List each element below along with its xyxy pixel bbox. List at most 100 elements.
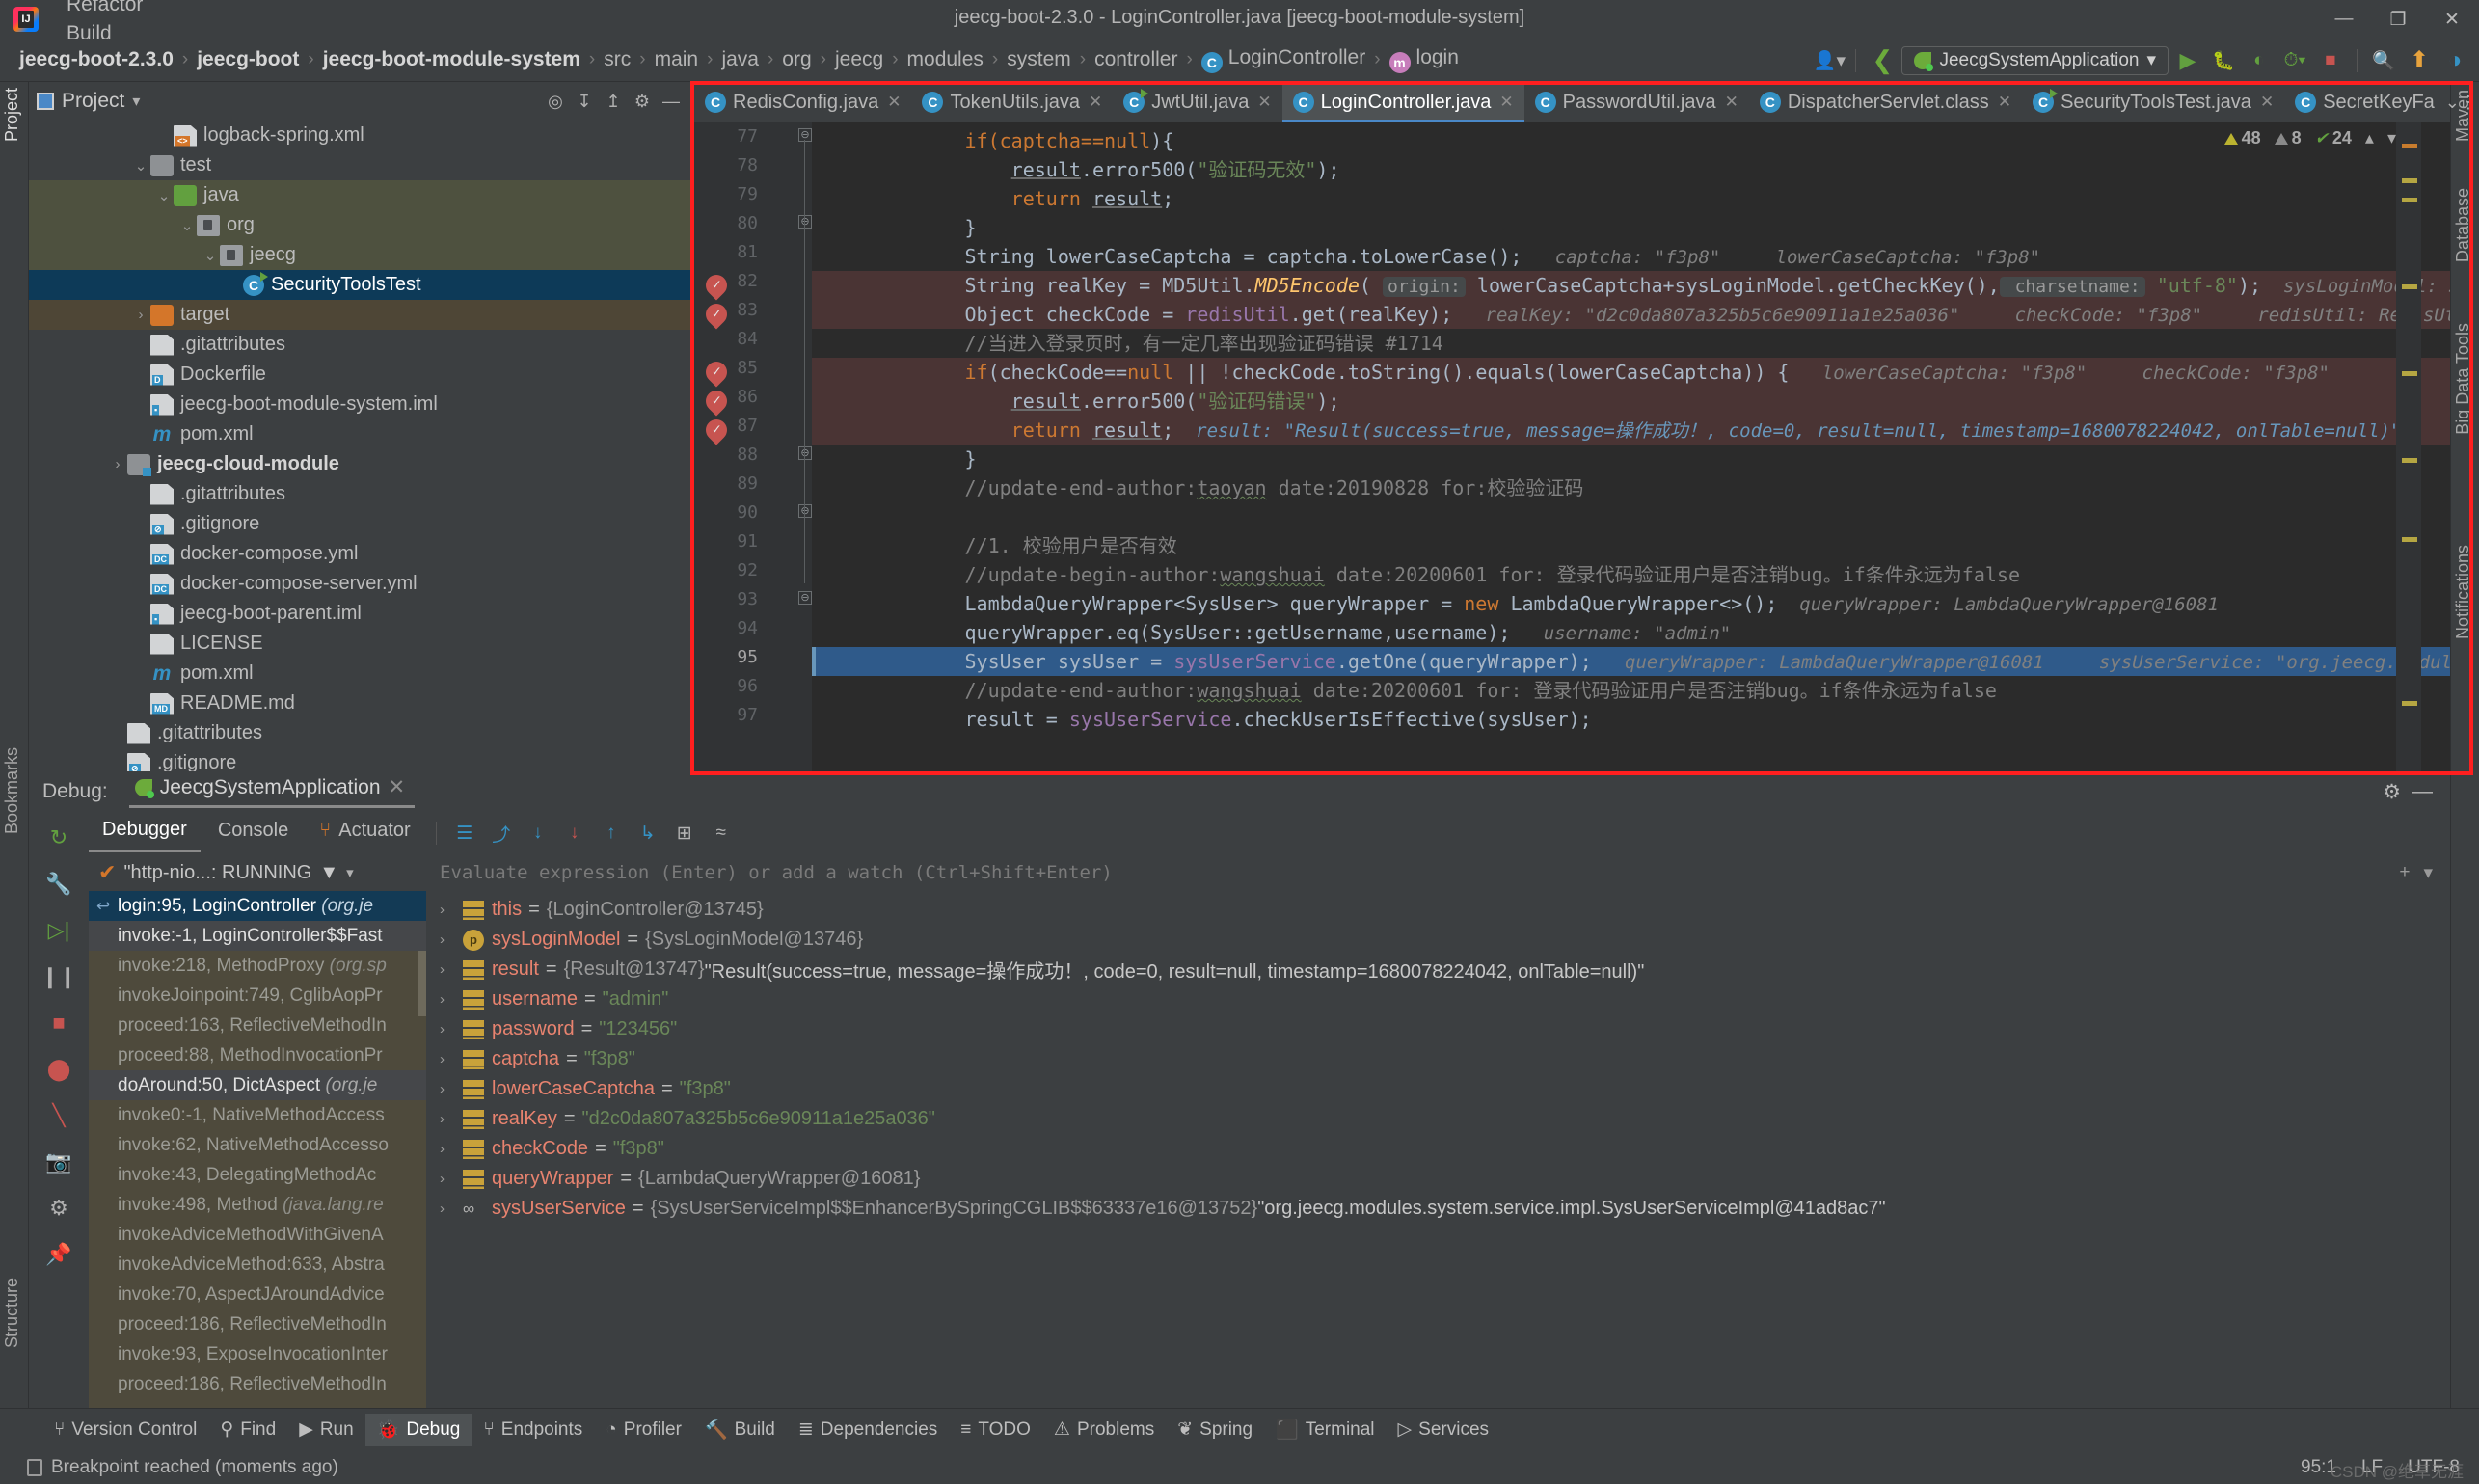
variable-row[interactable]: › realKey = "d2c0da807a325b5c6e90911a1e25a0… bbox=[426, 1104, 2450, 1134]
tab-options-icon[interactable]: ⋮ bbox=[2460, 82, 2477, 122]
code-line-87[interactable]: return result; result: "Result(success=t… bbox=[812, 416, 2450, 445]
tool-window-button-spring[interactable]: ❦ Spring bbox=[1166, 1414, 1264, 1445]
tool-window-button-profiler[interactable]: ◔ Profiler bbox=[594, 1415, 693, 1445]
evaluate-expression-bar[interactable]: Evaluate expression (Enter) or add a wat… bbox=[426, 854, 2450, 891]
chevron-right-icon[interactable]: › bbox=[440, 961, 463, 978]
code-line-95[interactable]: SysUser sysUser = sysUserService.getOne(… bbox=[812, 647, 2450, 676]
debug-session-tab[interactable]: JeecgSystemApplication ✕ bbox=[128, 775, 416, 808]
chevron-right-icon[interactable]: › bbox=[440, 1141, 463, 1157]
tree-node-java[interactable]: ⌄ java bbox=[29, 180, 693, 210]
stack-frame[interactable]: proceed:186, ReflectiveMethodIn bbox=[89, 1369, 426, 1399]
update-project-icon[interactable]: ⬆ bbox=[2403, 44, 2436, 77]
breadcrumb-item-org[interactable]: org bbox=[782, 48, 811, 71]
chevron-right-icon[interactable]: › bbox=[440, 1111, 463, 1127]
settings-gear-icon[interactable]: ⚙ bbox=[40, 1190, 77, 1227]
run-coverage-icon[interactable]: ◐ bbox=[2243, 44, 2276, 77]
close-icon[interactable]: ✕ bbox=[389, 775, 406, 799]
tree-node-target[interactable]: › target bbox=[29, 300, 693, 330]
editor-tab-redisconfig-java[interactable]: C RedisConfig.java ✕ bbox=[694, 82, 911, 122]
code-line-79[interactable]: return result; bbox=[812, 184, 2450, 213]
chevron-right-icon[interactable]: › bbox=[440, 1201, 463, 1217]
stop-icon[interactable]: ■ bbox=[2314, 44, 2347, 77]
chevron-down-icon[interactable]: ▾ bbox=[2423, 862, 2433, 884]
code-line-81[interactable]: String lowerCaseCaptcha = captcha.toLowe… bbox=[812, 242, 2450, 271]
tree-node-logback-spring-xml[interactable]: <> logback-spring.xml bbox=[29, 121, 693, 150]
run-icon[interactable]: ▶ bbox=[2171, 44, 2204, 77]
code-line-84[interactable]: //当进入登录页时，有一定几率出现验证码错误 #1714 bbox=[812, 329, 2450, 358]
tree-node-readme-md[interactable]: MD README.md bbox=[29, 688, 693, 718]
breadcrumb-item-system[interactable]: system bbox=[1007, 48, 1071, 71]
tool-window-button-todo[interactable]: ≡ TODO bbox=[949, 1415, 1042, 1445]
code-line-77[interactable]: if(captcha==null){ bbox=[812, 126, 2450, 155]
variables-panel[interactable]: › this = {LoginController@13745} › p sysLoginM… bbox=[426, 891, 2450, 1408]
tree-node-jeecg-boot-module-system-iml[interactable]: ▪ jeecg-boot-module-system.iml bbox=[29, 390, 693, 419]
tree-node-jeecg-boot-parent-iml[interactable]: ▪ jeecg-boot-parent.iml bbox=[29, 599, 693, 629]
chevron-down-icon[interactable]: ▾ bbox=[132, 92, 140, 111]
stack-frame[interactable]: invokeAdviceMethodWithGivenA bbox=[89, 1220, 426, 1250]
sidebar-item-database[interactable]: Database bbox=[2453, 188, 2473, 262]
chevron-down-icon[interactable]: ▾ bbox=[346, 864, 354, 881]
tree-node--gitattributes[interactable]: .gitattributes bbox=[29, 718, 693, 748]
sidebar-item-structure[interactable]: Structure bbox=[2, 1278, 22, 1348]
project-tree[interactable]: <> logback-spring.xml ⌄ test ⌄ java ⌄ org ⌄ jeecg… bbox=[29, 121, 693, 771]
breadcrumb-item-jeecg-boot-2-3-0[interactable]: jeecg-boot-2.3.0 bbox=[19, 48, 174, 71]
evaluate-expression-icon[interactable]: ≈ bbox=[705, 817, 738, 850]
chevron-right-icon[interactable]: › bbox=[440, 1081, 463, 1097]
profiler-icon[interactable]: ⏱▾ bbox=[2278, 44, 2311, 77]
locate-icon[interactable]: ◎ bbox=[541, 87, 570, 116]
breadcrumb-item-jeecg[interactable]: jeecg bbox=[835, 48, 883, 71]
stack-frame[interactable]: invoke:498, Method (java.lang.re bbox=[89, 1190, 426, 1220]
tree-node--gitignore[interactable]: ⊘ .gitignore bbox=[29, 748, 693, 771]
search-everywhere-icon[interactable]: 🔍 bbox=[2367, 44, 2400, 77]
chevron-down-icon[interactable]: ▾ bbox=[2387, 128, 2396, 148]
chevron-right-icon[interactable]: › bbox=[440, 1021, 463, 1038]
variable-row[interactable]: › this = {LoginController@13745} bbox=[426, 895, 2450, 925]
user-icon[interactable]: 👤▾ bbox=[1813, 44, 1846, 77]
stack-frame[interactable]: invoke:218, MethodProxy (org.sp bbox=[89, 951, 426, 981]
code-editor[interactable]: 7778798081828384858687888990919293949596… bbox=[694, 122, 2450, 771]
code-fold-icon[interactable]: ⊖ bbox=[798, 446, 812, 460]
tree-node-license[interactable]: LICENSE bbox=[29, 629, 693, 659]
close-icon[interactable]: ✕ bbox=[2260, 93, 2274, 112]
variable-row[interactable]: › username = "admin" bbox=[426, 985, 2450, 1014]
code-line-94[interactable]: queryWrapper.eq(SysUser::getUsername,use… bbox=[812, 618, 2450, 647]
stack-frame[interactable]: invokeJoinpoint:749, CglibAopPr bbox=[89, 981, 426, 1011]
sidebar-item-bookmarks[interactable]: Bookmarks bbox=[2, 747, 22, 834]
run-configuration-selector[interactable]: JeecgSystemApplication ▾ bbox=[1901, 45, 2169, 75]
tool-window-button-debug[interactable]: 🐞 Debug bbox=[364, 1413, 472, 1446]
tool-window-button-build[interactable]: 🔨 Build bbox=[693, 1414, 787, 1446]
chevron-right-icon[interactable]: › bbox=[108, 456, 127, 472]
hide-panel-icon[interactable]: — bbox=[657, 87, 686, 116]
stack-frame[interactable]: invoke:93, ExposeInvocationInter bbox=[89, 1339, 426, 1369]
close-icon[interactable]: ✕ bbox=[1499, 93, 1513, 112]
marker-tick[interactable] bbox=[2402, 144, 2417, 148]
stop-icon[interactable]: ■ bbox=[40, 1005, 77, 1041]
close-icon[interactable]: ✕ bbox=[1725, 93, 1738, 112]
sidebar-item-big-data-tools[interactable]: Big Data Tools bbox=[2453, 323, 2473, 435]
editor-tab-logincontroller-java[interactable]: C LoginController.java ✕ bbox=[1281, 82, 1524, 122]
editor-tab-tokenutils-java[interactable]: C TokenUtils.java ✕ bbox=[911, 82, 1113, 122]
chevron-right-icon[interactable]: › bbox=[131, 307, 150, 323]
tree-node--gitattributes[interactable]: .gitattributes bbox=[29, 479, 693, 509]
editor-tab-passwordutil-java[interactable]: C PasswordUtil.java ✕ bbox=[1524, 82, 1749, 122]
tool-window-button-services[interactable]: ▷ Services bbox=[1387, 1414, 1500, 1445]
settings-gear-icon[interactable]: ⚙ bbox=[2383, 780, 2401, 804]
debug-tab-console[interactable]: Console bbox=[204, 816, 302, 850]
code-fold-icon[interactable]: ⊖ bbox=[798, 504, 812, 518]
code-line-97[interactable]: result = sysUserService.checkUserIsEffec… bbox=[812, 705, 2450, 734]
code-line-89[interactable]: //update-end-author:taoyan date:20190828… bbox=[812, 473, 2450, 502]
tree-node-org[interactable]: ⌄ org bbox=[29, 210, 693, 240]
tree-node-dockerfile[interactable]: D Dockerfile bbox=[29, 360, 693, 390]
back-arrow-icon[interactable]: ❮ bbox=[1866, 44, 1899, 77]
stack-frame[interactable]: invoke:43, DelegatingMethodAc bbox=[89, 1160, 426, 1190]
editor-tab-securitytoolstest-java[interactable]: C SecurityToolsTest.java ✕ bbox=[2022, 82, 2284, 122]
breadcrumb-item-main[interactable]: main bbox=[655, 48, 699, 71]
editor-marker-track[interactable] bbox=[2396, 122, 2421, 771]
breadcrumb-item-controller[interactable]: controller bbox=[1094, 48, 1177, 71]
tool-window-button-run[interactable]: ▶ Run bbox=[287, 1414, 364, 1445]
add-watch-icon[interactable]: + bbox=[2399, 862, 2410, 884]
code-line-96[interactable]: //update-end-author:wangshuai date:20200… bbox=[812, 676, 2450, 705]
code-line-80[interactable]: } bbox=[812, 213, 2450, 242]
code-fold-icon[interactable]: ⊖ bbox=[798, 591, 812, 605]
tool-window-button-terminal[interactable]: ⬛ Terminal bbox=[1264, 1414, 1386, 1446]
